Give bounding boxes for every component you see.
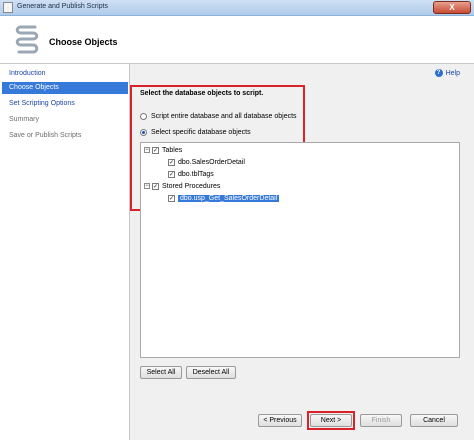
sidebar-item-introduction[interactable]: Introduction — [2, 68, 128, 80]
tree-node-tables[interactable]: − ✓ Tables — [144, 146, 182, 156]
sidebar-item-set-scripting-options[interactable]: Set Scripting Options — [2, 98, 128, 110]
finish-button: Finish — [360, 414, 402, 427]
tree-node-salesorderdetail[interactable]: ✓ dbo.SalesOrderDetail — [168, 158, 245, 168]
checkbox-tables[interactable]: ✓ — [152, 146, 159, 154]
close-button[interactable]: X — [433, 1, 471, 14]
tree-node-label: dbo.usp_Get_SalesOrderDetail — [178, 195, 280, 202]
deselect-all-button[interactable]: Deselect All — [186, 366, 236, 379]
page-title: Choose Objects — [49, 37, 118, 47]
checkbox-usp-get-salesorderdetail[interactable]: ✓ — [168, 194, 175, 202]
help-label: Help — [445, 69, 460, 77]
app-icon — [3, 2, 13, 13]
collapse-icon[interactable]: − — [144, 147, 150, 154]
scroll-icon — [15, 25, 39, 54]
help-icon: ? — [434, 69, 443, 77]
help-link[interactable]: ? Help — [434, 69, 460, 77]
checkbox-tbltags[interactable]: ✓ — [168, 170, 175, 178]
sidebar-item-summary: Summary — [9, 116, 39, 123]
sidebar: Introduction Choose Objects Set Scriptin… — [0, 64, 130, 440]
sidebar-item-choose-objects[interactable]: Choose Objects — [2, 82, 128, 94]
tree-node-label: Stored Procedures — [162, 183, 221, 190]
title-bar: Generate and Publish Scripts X — [0, 0, 474, 16]
cancel-button[interactable]: Cancel — [410, 414, 458, 427]
previous-button[interactable]: < Previous — [258, 414, 302, 427]
window-title: Generate and Publish Scripts — [17, 3, 109, 10]
tree-node-label: dbo.SalesOrderDetail — [178, 159, 245, 166]
checkbox-salesorderdetail[interactable]: ✓ — [168, 158, 175, 166]
tree-node-usp-get-salesorderdetail[interactable]: ✓ dbo.usp_Get_SalesOrderDetail — [168, 194, 280, 204]
next-button[interactable]: Next > — [310, 414, 352, 427]
object-tree[interactable]: − ✓ Tables ✓ dbo.SalesOrderDetail ✓ dbo.tblT… — [140, 142, 460, 358]
tree-node-tbltags[interactable]: ✓ dbo.tblTags — [168, 170, 214, 180]
tree-node-stored-procedures[interactable]: − ✓ Stored Procedures — [144, 182, 220, 192]
checkbox-stored-procedures[interactable]: ✓ — [152, 182, 159, 190]
main-panel: ? Help Select the database objects to scr… — [130, 64, 474, 440]
collapse-icon[interactable]: − — [144, 183, 150, 190]
sidebar-item-save-or-publish: Save or Publish Scripts — [9, 132, 82, 139]
select-all-button[interactable]: Select All — [140, 366, 182, 379]
tree-node-label: dbo.tblTags — [178, 171, 214, 178]
page-header: Choose Objects — [0, 16, 474, 64]
tree-node-label: Tables — [162, 147, 183, 154]
